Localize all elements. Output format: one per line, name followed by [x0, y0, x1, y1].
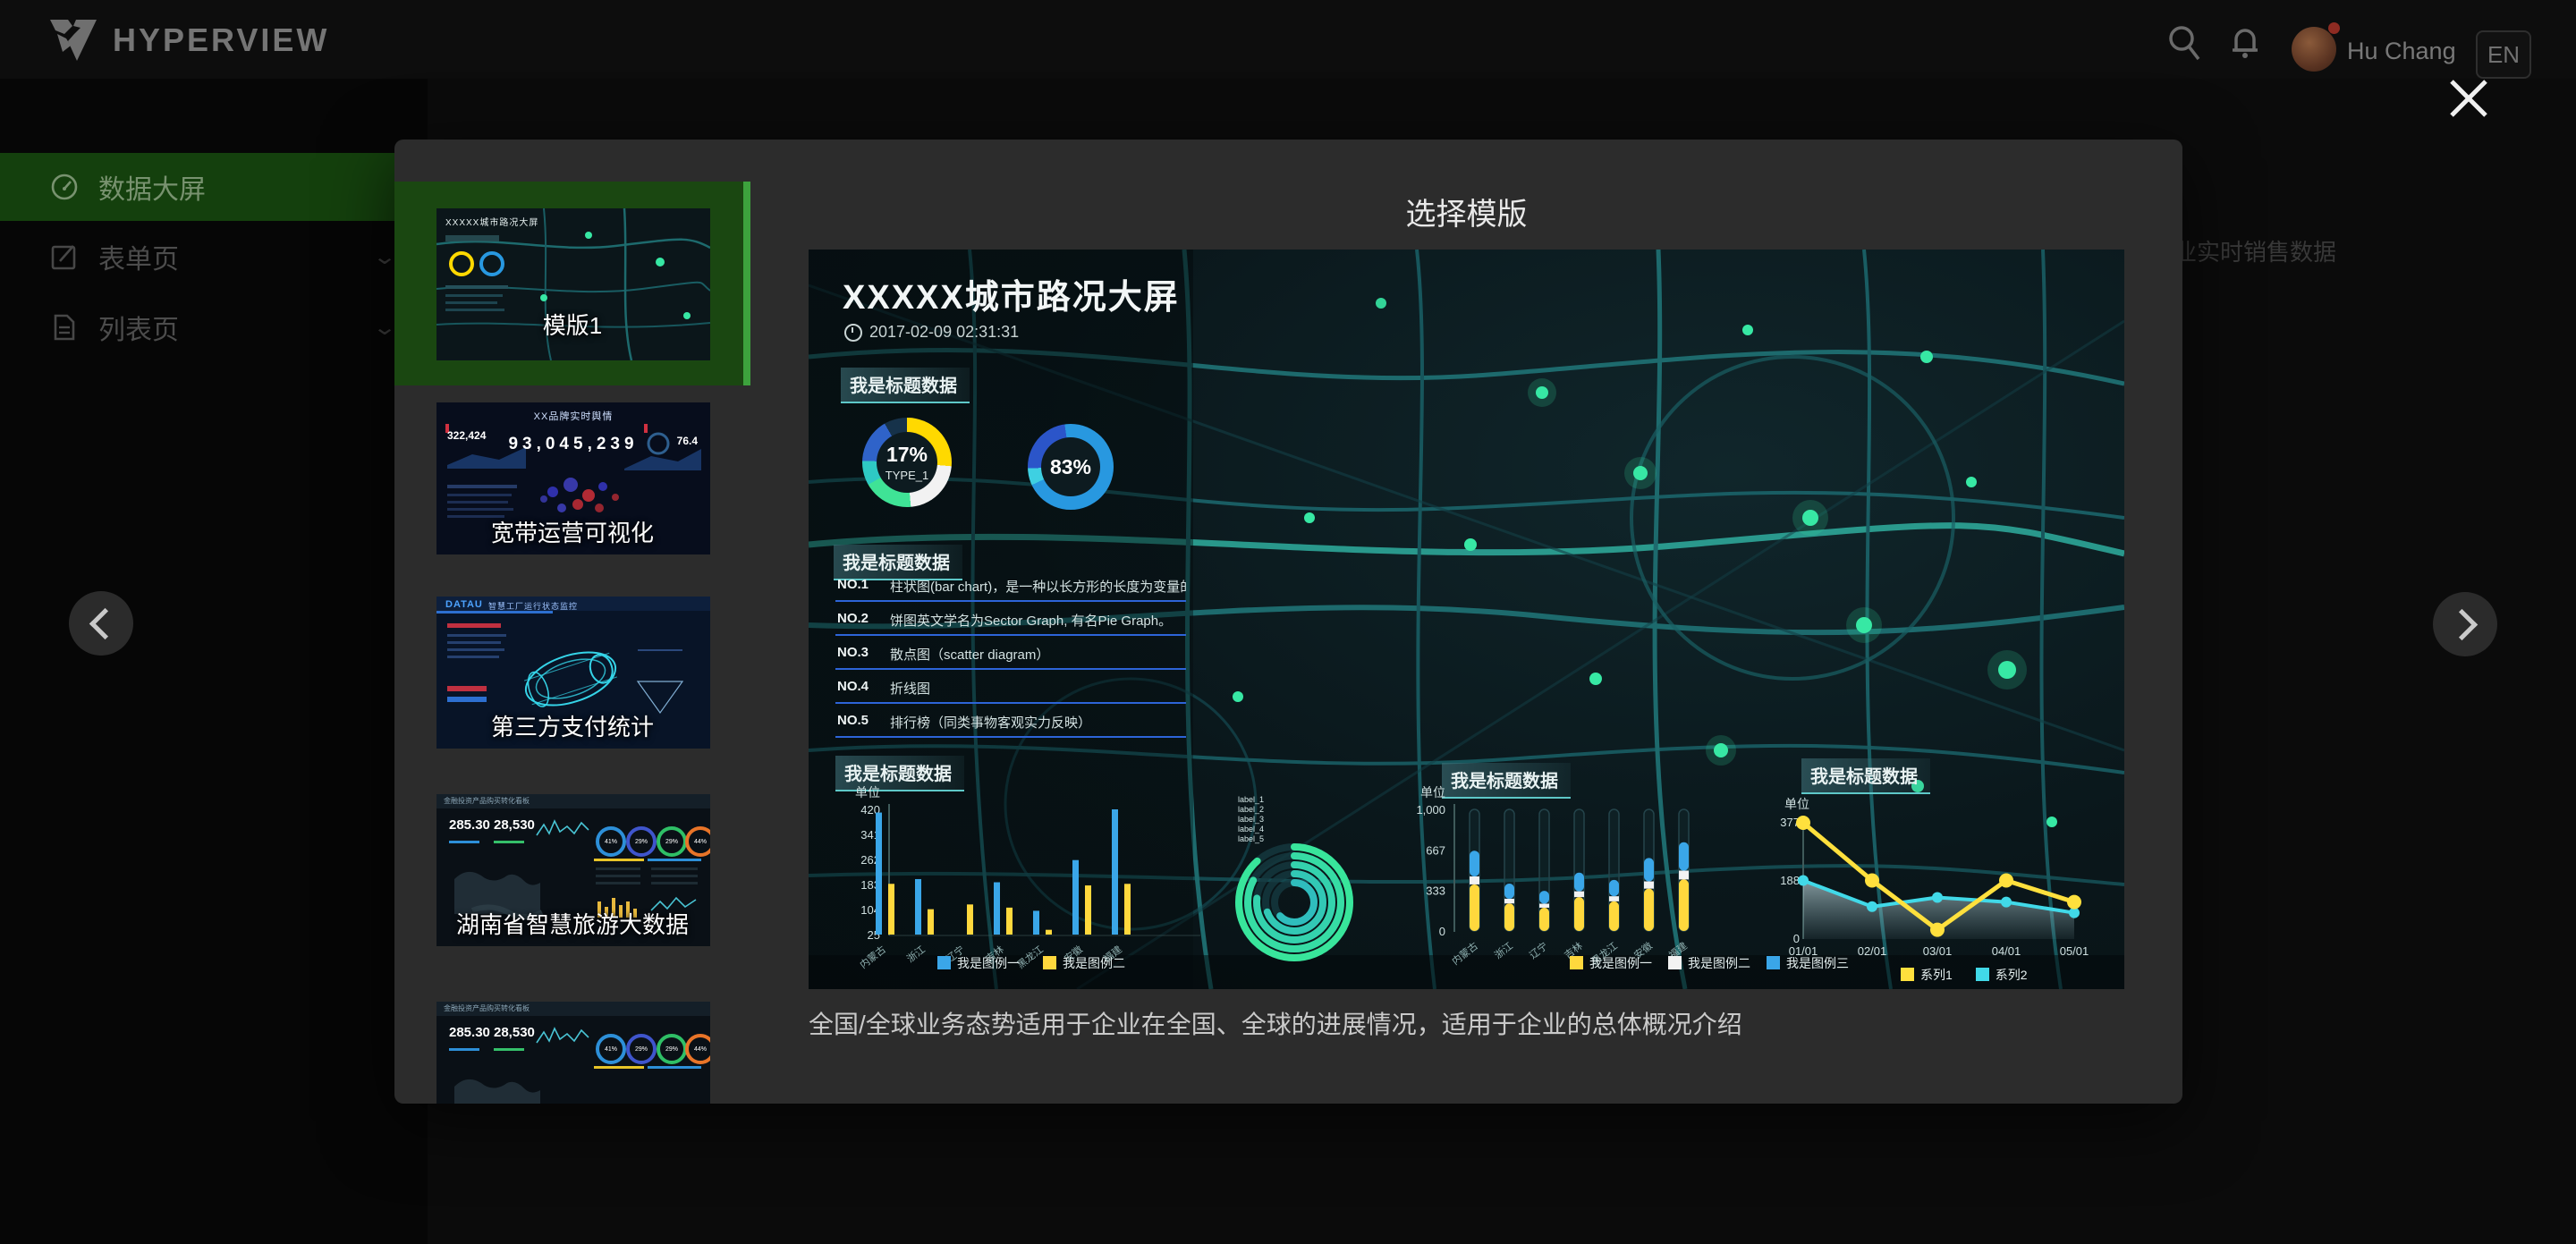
svg-text:0: 0 — [1793, 932, 1800, 945]
sidebar-item-list[interactable]: 列表页 ⌄ — [0, 293, 428, 361]
template-item-3[interactable]: DATAU 智慧工厂运行状态监控 第三方支付统计 — [394, 570, 750, 764]
sidebar-item-label: 数据大屏 — [98, 167, 206, 207]
donut-value: 17% — [886, 443, 928, 467]
donut-chart-2: 83% — [1028, 424, 1114, 510]
svg-text:浙江: 浙江 — [905, 944, 928, 965]
sidebar-item-label: 表单页 — [98, 237, 179, 276]
thumb-stat: 28,530 — [494, 1025, 535, 1040]
radial-arc-chart — [1104, 750, 1372, 989]
sidebar: 数据大屏 表单页 ⌄ 列表页 ⌄ — [0, 79, 428, 1244]
donut-label: TYPE_1 — [886, 469, 928, 482]
hyperview-logo-icon — [47, 14, 100, 66]
thumb-ring: 41% — [596, 826, 626, 857]
svg-text:单位: 单位 — [1784, 797, 1809, 811]
bar-chart-legend: 我是图例一 我是图例二 — [937, 954, 1125, 972]
thumb-ring: 29% — [626, 1034, 657, 1064]
thumb-ring: 29% — [657, 826, 687, 857]
user-name[interactable]: Hu Chang — [2347, 38, 2456, 65]
line-chart-legend: 系列1 系列2 — [1901, 966, 2028, 984]
ranking-row: NO.5排行榜（同类事物客观实力反映） — [835, 707, 1186, 738]
thumb-ring: 44% — [685, 826, 710, 857]
template-name: 宽带运营可视化 — [394, 515, 750, 548]
language-toggle[interactable]: EN — [2476, 30, 2531, 79]
svg-text:0: 0 — [1439, 925, 1445, 938]
thumb-stat: 28,530 — [494, 817, 535, 833]
template-preview: XXXXX城市路况大屏 2017-02-09 02:31:31 我是标题数据 1… — [809, 250, 2124, 989]
template-item-4[interactable]: 金融投资产品购买转化看板 — [394, 767, 750, 961]
line-chart: 单位377188001/0102/0103/0104/0105/01 — [1757, 773, 2114, 983]
section-header: 我是标题数据 — [841, 368, 970, 403]
select-template-modal: 选择模版 — [394, 140, 2182, 1104]
previous-arrow-button[interactable] — [69, 591, 133, 656]
sidebar-item-label: 列表页 — [98, 308, 179, 347]
thumb-title: XX品牌实时舆情 — [436, 409, 710, 423]
svg-text:03/01: 03/01 — [1923, 944, 1953, 958]
thumb-ring: 29% — [657, 1034, 687, 1064]
thumb-ring: 41% — [596, 1034, 626, 1064]
ranking-row: NO.3散点图（scatter diagram） — [835, 639, 1186, 670]
svg-text:内蒙古: 内蒙古 — [857, 943, 888, 970]
template-item-2[interactable]: XX品牌实时舆情 93,045,239 322,424 76.4 宽带运营可视化 — [394, 376, 750, 570]
thumb-ring: 29% — [626, 826, 657, 857]
edit-square-icon — [50, 242, 79, 271]
app-root: HYPERVIEW Hu Chang EN 数据大屏 — [0, 0, 2576, 1244]
svg-text:667: 667 — [1426, 843, 1445, 857]
svg-text:04/01: 04/01 — [1992, 944, 2021, 958]
template-thumbnail[interactable]: 金融投资产品购买转化看板 285.30 28,530 41% 29% — [436, 1002, 710, 1104]
brand: HYPERVIEW — [47, 14, 329, 66]
svg-text:188: 188 — [1780, 874, 1800, 887]
preview-title: XXXXX城市路况大屏 — [843, 269, 1180, 318]
search-icon[interactable] — [2165, 23, 2203, 63]
svg-text:05/01: 05/01 — [2060, 944, 2089, 958]
thumb-title: XXXXX城市路况大屏 — [445, 215, 589, 228]
svg-text:单位: 单位 — [855, 785, 880, 800]
capsule-chart-legend: 我是图例一 我是图例二 我是图例三 — [1570, 954, 1849, 972]
template-name: 湖南省智慧旅游大数据 — [394, 907, 750, 940]
thumb-stat: 322,424 — [447, 429, 486, 442]
radial-labels: label_1 label_2 label_3 label_4 label_5 — [1238, 795, 1264, 843]
preview-timestamp: 2017-02-09 02:31:31 — [844, 323, 1019, 342]
ranking-row: NO.2饼图英文学名为Sector Graph, 有名Pie Graph。 — [835, 605, 1186, 636]
svg-text:333: 333 — [1426, 884, 1445, 898]
ranking-row: NO.1柱状图(bar chart)，是一种以长方形的长度为变量的表达 — [835, 571, 1186, 602]
brand-title: HYPERVIEW — [113, 21, 329, 59]
chevron-down-icon: ⌄ — [372, 244, 397, 270]
thumb-stat: 285.30 — [449, 817, 490, 833]
svg-text:浙江: 浙江 — [1493, 940, 1515, 961]
document-icon — [50, 313, 79, 342]
thumb-title: 智慧工厂运行状态监控 — [488, 600, 710, 612]
template-name: 模版1 — [394, 308, 750, 341]
sidebar-item-dashboard[interactable]: 数据大屏 — [0, 153, 428, 221]
avatar[interactable] — [2292, 27, 2336, 72]
template-item-5[interactable]: 金融投资产品购买转化看板 285.30 28,530 41% 29% — [394, 975, 750, 1104]
modal-title: 选择模版 — [809, 190, 2124, 233]
template-list: XXXXX城市路况大屏 模版1 — [394, 140, 750, 1104]
svg-text:1,000: 1,000 — [1416, 803, 1445, 817]
sidebar-item-form[interactable]: 表单页 ⌄ — [0, 223, 428, 291]
clock-icon — [844, 324, 862, 342]
bell-icon[interactable] — [2230, 23, 2260, 61]
template-item-1[interactable]: XXXXX城市路况大屏 模版1 — [394, 182, 750, 385]
template-description: 全国/全球业务态势适用于企业在全国、全球的进展情况，适用于企业的总体概况介绍 — [809, 1005, 2132, 1041]
next-arrow-button[interactable] — [2433, 592, 2497, 656]
svg-text:单位: 单位 — [1420, 785, 1445, 800]
donut-chart-1: 17% TYPE_1 — [862, 418, 952, 507]
svg-text:辽宁: 辽宁 — [1527, 939, 1550, 961]
ranking-list: NO.1柱状图(bar chart)，是一种以长方形的长度为变量的表达 NO.2… — [835, 571, 1186, 741]
chevron-down-icon: ⌄ — [372, 315, 397, 341]
svg-text:内蒙古: 内蒙古 — [1449, 939, 1480, 967]
thumb-stat: 76.4 — [677, 435, 698, 447]
close-icon[interactable] — [2448, 78, 2489, 119]
svg-text:02/01: 02/01 — [1858, 944, 1887, 958]
notification-dot — [2328, 22, 2340, 34]
gauge-icon — [50, 173, 79, 201]
selected-indicator-bar — [743, 182, 750, 385]
ranking-row: NO.4折线图 — [835, 673, 1186, 704]
template-name: 第三方支付统计 — [394, 709, 750, 742]
donut-value: 83% — [1050, 455, 1091, 479]
thumb-ring: 44% — [685, 1034, 710, 1064]
top-bar: HYPERVIEW Hu Chang EN — [0, 0, 2576, 79]
capsule-bar-chart: 单位1,0006673330内蒙古浙江辽宁吉林黑龙江安徽福建 — [1399, 779, 1721, 980]
thumb-stat: 285.30 — [449, 1025, 490, 1040]
